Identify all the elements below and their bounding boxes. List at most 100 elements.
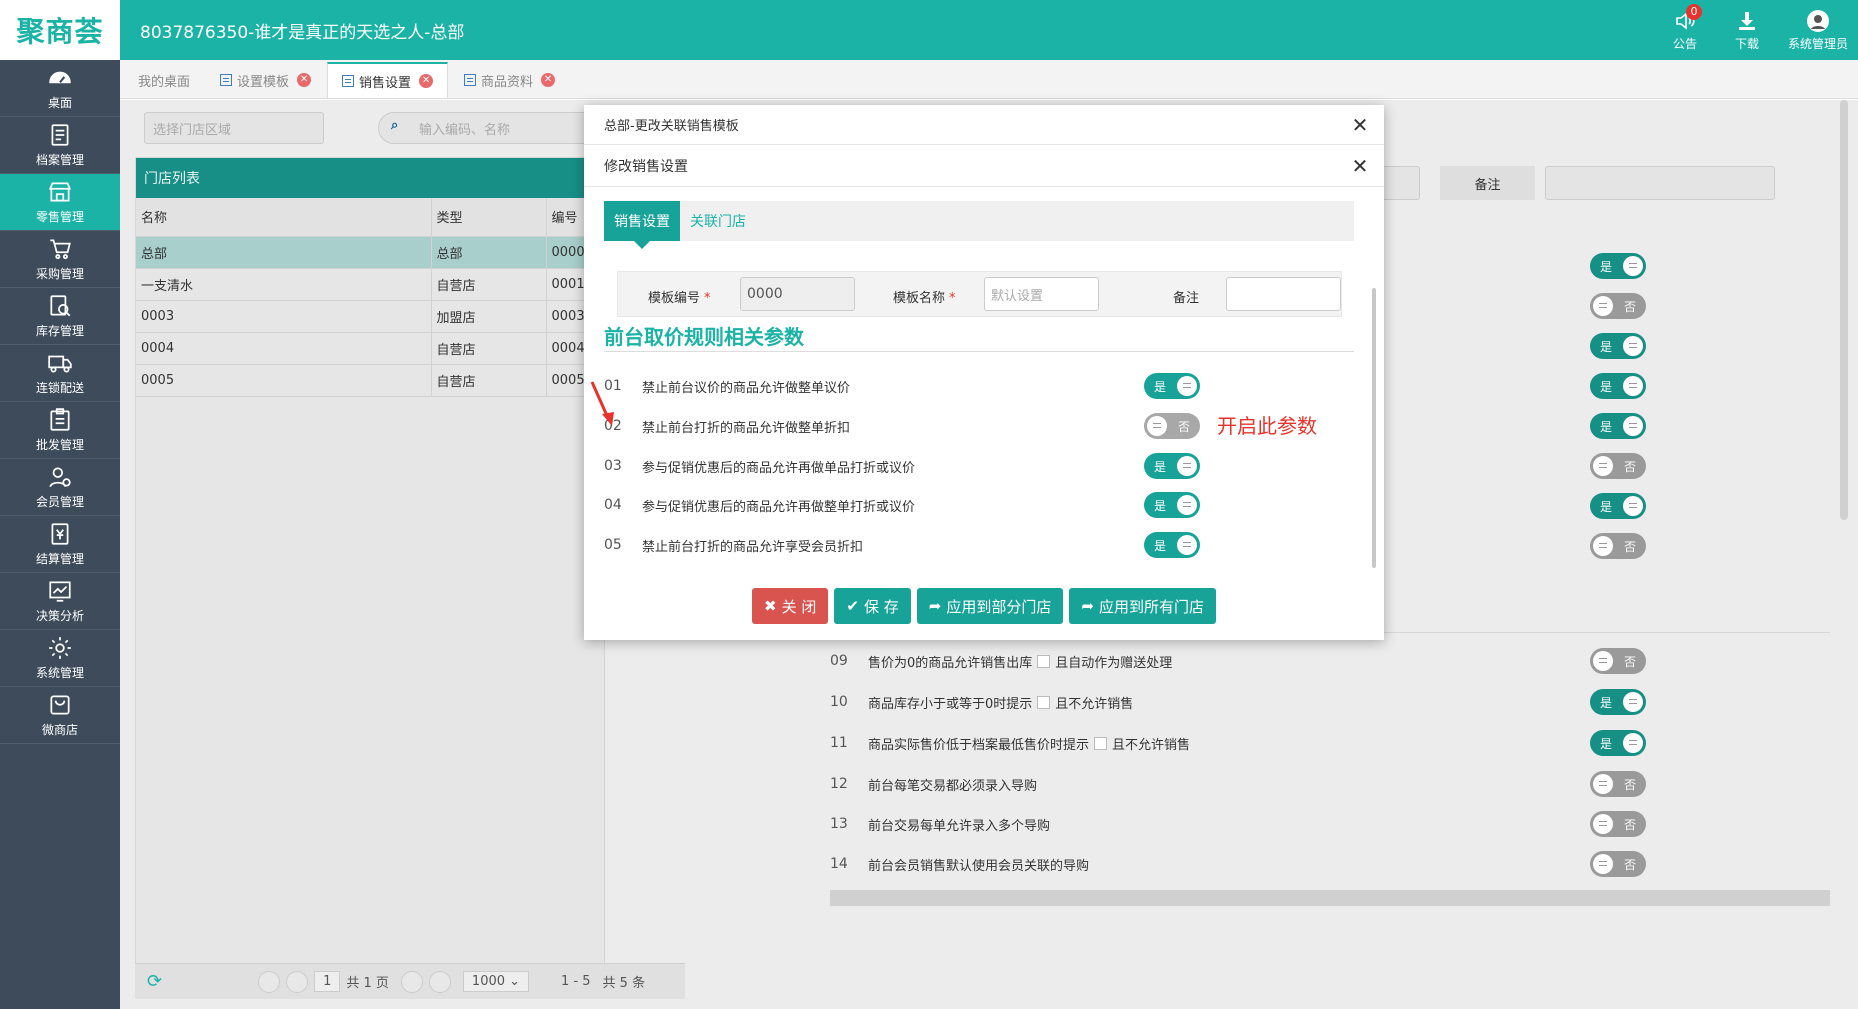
sidebar-item-label: 会员管理 <box>35 495 84 509</box>
sidebar-item-wholesale[interactable]: 批发管理 <box>0 402 120 459</box>
close-button[interactable]: ✖ 关 闭 <box>752 588 829 624</box>
close-icon[interactable]: ✕ <box>297 73 312 87</box>
close-icon[interactable]: ✕ <box>1350 154 1370 178</box>
sidebar-item-archive[interactable]: 档案管理 <box>0 117 120 174</box>
setting-toggle[interactable]: 是 <box>1590 730 1646 756</box>
remark-field[interactable] <box>1545 166 1775 200</box>
setting-toggle[interactable]: 否 <box>1590 648 1646 674</box>
cell: 自营店 <box>431 364 547 397</box>
table-row[interactable]: 一支清水 自营店 0001 <box>136 268 604 301</box>
setting-toggle[interactable]: 否 <box>1590 851 1646 877</box>
tab-sales-settings[interactable]: 销售设置 ✕ <box>327 62 449 98</box>
setting-toggle[interactable]: 是 <box>1590 333 1646 359</box>
row-number: 05 <box>604 537 622 553</box>
setting-toggle[interactable]: 是 <box>1590 373 1646 399</box>
user-menu[interactable]: 系统管理员 <box>1778 0 1858 60</box>
setting-toggle[interactable]: 是 <box>1590 253 1646 279</box>
setting-toggle[interactable]: 是 <box>1590 413 1646 439</box>
table-row[interactable]: 0004 自营店 0004 <box>136 332 604 365</box>
cell: 0005 <box>136 364 432 397</box>
tab-sales-settings[interactable]: 销售设置 <box>604 201 680 249</box>
refresh-icon[interactable]: ⟳ <box>147 971 162 992</box>
last-page-button[interactable] <box>428 970 451 993</box>
archive-icon <box>51 124 69 146</box>
column-header[interactable]: 名称 <box>136 198 432 237</box>
cell: 自营店 <box>431 332 547 365</box>
toggle-label: 是 <box>1154 499 1167 513</box>
top-header: 聚商荟 8037876350-谁才是真正的天选之人-总部 0 公告 下载 系统管… <box>0 0 1858 60</box>
tab-label: 销售设置 <box>359 75 412 91</box>
setting-row: 05 禁止前台打折的商品允许享受会员折扣 是 <box>604 530 1324 560</box>
setting-row: 13 前台交易每单允许录入多个导购 否 <box>830 807 1830 841</box>
close-icon[interactable]: ✕ <box>419 74 434 88</box>
page-input[interactable]: 1 <box>314 971 341 992</box>
table-row[interactable]: 0003 加盟店 0003 <box>136 300 604 333</box>
sidebar-item-label: 批发管理 <box>35 438 84 452</box>
sidebar-item-distribution[interactable]: 连锁配送 <box>0 345 120 402</box>
store-area-select[interactable]: 选择门店区域 <box>144 112 324 144</box>
setting-toggle[interactable]: 是 <box>1144 532 1200 558</box>
toggle-label: 是 <box>1600 500 1613 514</box>
sidebar-item-inventory[interactable]: 库存管理 <box>0 288 120 345</box>
column-header[interactable]: 类型 <box>431 198 547 237</box>
page-size-select[interactable]: 1000 ⌄ <box>462 971 530 992</box>
close-icon[interactable]: ✕ <box>541 73 556 87</box>
sidebar-item-microshop[interactable]: 微商店 <box>0 687 120 744</box>
setting-toggle[interactable]: 是 <box>1590 493 1646 519</box>
close-icon[interactable]: ✕ <box>1350 113 1370 137</box>
annotation-arrow-icon <box>590 381 614 426</box>
sidebar-item-member[interactable]: 会员管理 <box>0 459 120 516</box>
setting-row: 02 禁止前台打折的商品允许做整单折扣 否 开启此参数 <box>604 411 1324 441</box>
setting-toggle[interactable]: 否 <box>1590 771 1646 797</box>
tab-my-desktop[interactable]: 我的桌面 <box>124 62 204 98</box>
first-page-button[interactable] <box>258 970 281 993</box>
setting-toggle[interactable]: 是 <box>1144 373 1200 399</box>
setting-toggle[interactable]: 是 <box>1144 492 1200 518</box>
row-number: 11 <box>830 735 848 751</box>
sidebar-item-purchase[interactable]: 采购管理 <box>0 231 120 288</box>
setting-toggle[interactable]: 是 <box>1590 689 1646 715</box>
apply-some-stores-button[interactable]: ➦ 应用到部分门店 <box>916 588 1064 624</box>
tab-template-settings[interactable]: 设置模板 ✕ <box>206 62 325 98</box>
announcement-button[interactable]: 0 公告 <box>1654 0 1716 60</box>
row-text: 前台交易每单允许录入多个导购 <box>868 818 1051 834</box>
save-button[interactable]: ✔ 保 存 <box>834 588 911 624</box>
setting-row: 04 参与促销优惠后的商品允许再做整单打折或议价 是 <box>604 490 1324 520</box>
sidebar-item-system[interactable]: 系统管理 <box>0 630 120 687</box>
apply-all-stores-button[interactable]: ➦ 应用到所有门店 <box>1069 588 1216 624</box>
sidebar-item-analysis[interactable]: 决策分析 <box>0 573 120 630</box>
vertical-scrollbar[interactable] <box>1840 100 1848 520</box>
setting-toggle[interactable]: 否 <box>1144 413 1200 439</box>
sidebar-item-retail[interactable]: 零售管理 <box>0 174 120 231</box>
template-name-input[interactable]: 默认设置 <box>984 277 1099 311</box>
row-number: 13 <box>830 816 848 832</box>
setting-toggle[interactable]: 否 <box>1590 453 1646 479</box>
sidebar-item-settlement[interactable]: 结算管理 <box>0 516 120 573</box>
setting-toggle[interactable]: 是 <box>1144 453 1200 479</box>
row-number: 09 <box>830 653 848 669</box>
sidebar-item-desktop[interactable]: 桌面 <box>0 60 120 117</box>
download-button[interactable]: 下载 <box>1716 0 1778 60</box>
tab-product-info[interactable]: 商品资料 ✕ <box>450 62 569 98</box>
tab-linked-stores[interactable]: 关联门店 <box>680 201 756 241</box>
store-table: 名称 类型 编号 总部 总部 0000 一支清水 自营店 0001 0003 加盟店 000… <box>136 198 604 397</box>
announcement-label: 公告 <box>1672 36 1697 51</box>
setting-toggle[interactable]: 否 <box>1590 293 1646 319</box>
dialog-scrollbar[interactable] <box>1372 288 1376 568</box>
prev-page-button[interactable] <box>286 970 309 993</box>
horizontal-scrollbar[interactable] <box>830 890 1830 906</box>
setting-row: 12 前台每笔交易都必须录入导购 否 <box>830 767 1830 801</box>
table-row[interactable]: 总部 总部 0000 <box>136 236 604 269</box>
app-logo[interactable]: 聚商荟 <box>0 0 120 60</box>
template-code-input[interactable]: 0000 <box>740 277 855 311</box>
next-page-button[interactable] <box>400 970 423 993</box>
setting-toggle[interactable]: 否 <box>1590 811 1646 837</box>
extra-checkbox[interactable] <box>1037 695 1051 709</box>
setting-toggle[interactable]: 否 <box>1590 533 1646 559</box>
remark-input[interactable] <box>1226 277 1341 311</box>
document-icon <box>464 74 477 86</box>
table-row[interactable]: 0005 自营店 0005 <box>136 364 604 397</box>
extra-checkbox[interactable] <box>1037 654 1051 668</box>
sidebar-item-label: 库存管理 <box>35 324 84 338</box>
extra-checkbox[interactable] <box>1094 736 1108 750</box>
